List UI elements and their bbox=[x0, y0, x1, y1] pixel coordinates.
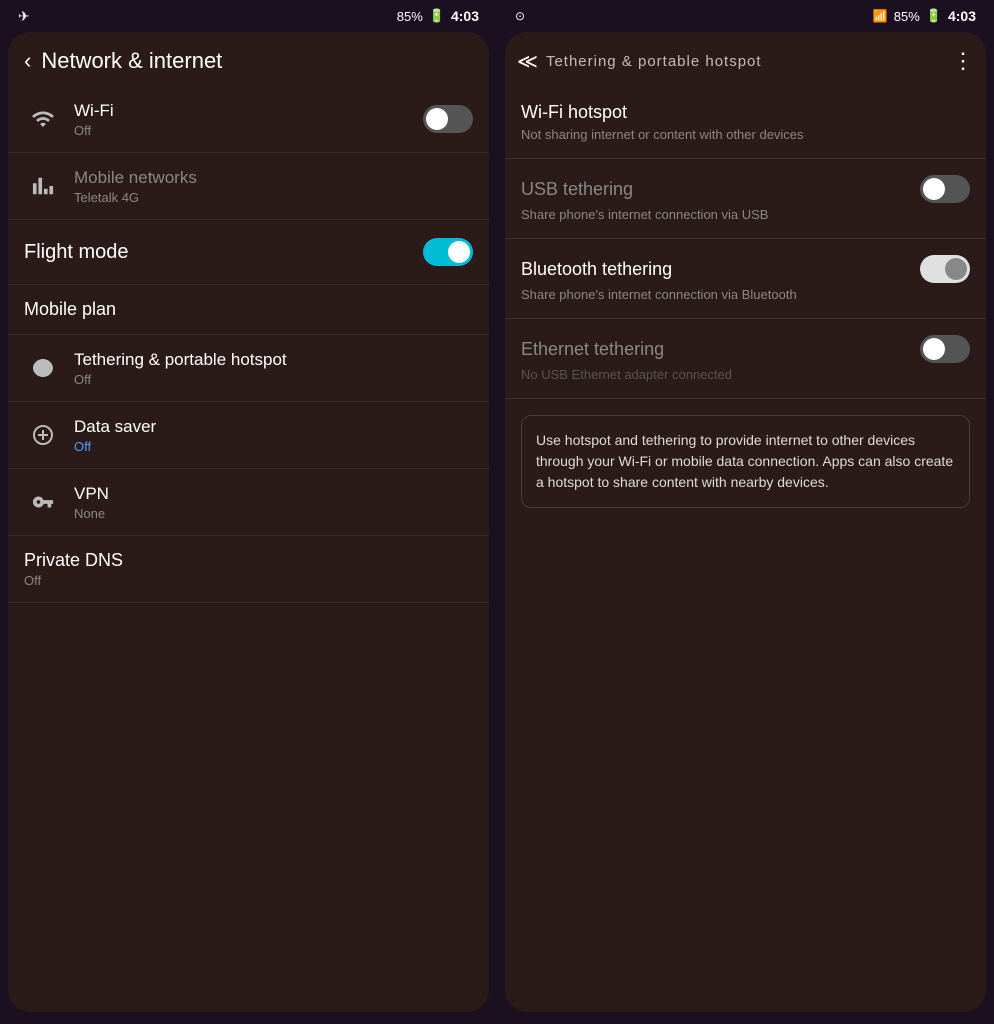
ethernet-tethering-title: Ethernet tethering bbox=[521, 339, 664, 360]
battery-icon-left: 🔋 bbox=[429, 8, 445, 24]
private-dns-item[interactable]: Private DNS Off bbox=[8, 536, 489, 603]
wifi-toggle-knob bbox=[426, 108, 448, 130]
bluetooth-tethering-subtitle: Share phone's internet connection via Bl… bbox=[521, 287, 970, 302]
flight-mode-title: Flight mode bbox=[24, 241, 423, 264]
ethernet-tethering-knob bbox=[923, 338, 945, 360]
wifi-hotspot-subtitle: Not sharing internet or content with oth… bbox=[521, 127, 970, 142]
flight-mode-icon: ✈ bbox=[18, 8, 30, 25]
right-phone-panel: ⊙ 📶 85% 🔋 4:03 ≪ Tethering & portable ho… bbox=[497, 0, 994, 1024]
wifi-setting-item[interactable]: Wi-Fi Off bbox=[8, 86, 489, 153]
bluetooth-tethering-knob bbox=[945, 258, 967, 280]
data-saver-item[interactable]: Data saver Off bbox=[8, 402, 489, 469]
bluetooth-tethering-title: Bluetooth tethering bbox=[521, 259, 672, 280]
ethernet-tethering-row: Ethernet tethering bbox=[521, 335, 970, 363]
ethernet-tethering-item[interactable]: Ethernet tethering No USB Ethernet adapt… bbox=[505, 319, 986, 399]
usb-tethering-row: USB tethering bbox=[521, 175, 970, 203]
battery-icon-right: 🔋 bbox=[926, 8, 942, 24]
wifi-text: Wi-Fi Off bbox=[62, 101, 423, 138]
wifi-hotspot-row: Wi-Fi hotspot bbox=[521, 102, 970, 123]
wifi-hotspot-item[interactable]: Wi-Fi hotspot Not sharing internet or co… bbox=[505, 86, 986, 159]
wifi-hotspot-title: Wi-Fi hotspot bbox=[521, 102, 627, 123]
mobile-plan-item[interactable]: Mobile plan bbox=[8, 285, 489, 335]
vpn-title: VPN bbox=[74, 484, 473, 504]
battery-percent-right: 85% bbox=[894, 9, 920, 24]
left-page-header: ‹ Network & internet bbox=[8, 32, 489, 86]
tethering-info-box: Use hotspot and tethering to provide int… bbox=[521, 415, 970, 508]
usb-tethering-subtitle: Share phone's internet connection via US… bbox=[521, 207, 970, 222]
vpn-icon bbox=[24, 483, 62, 521]
left-main-card: ‹ Network & internet Wi-Fi Off bbox=[8, 32, 489, 1012]
ethernet-tethering-subtitle: No USB Ethernet adapter connected bbox=[521, 367, 970, 382]
time-left: 4:03 bbox=[451, 8, 479, 24]
wifi-title: Wi-Fi bbox=[74, 101, 423, 121]
flight-mode-item[interactable]: Flight mode bbox=[8, 220, 489, 285]
vpn-subtitle: None bbox=[74, 506, 473, 521]
mobile-plan-title: Mobile plan bbox=[24, 299, 473, 320]
right-page-header: ≪ Tethering & portable hotspot ⋮ bbox=[505, 32, 986, 86]
vpn-item[interactable]: VPN None bbox=[8, 469, 489, 536]
right-status-bar: ⊙ 📶 85% 🔋 4:03 bbox=[505, 0, 986, 32]
tethering-text: Tethering & portable hotspot Off bbox=[62, 350, 473, 387]
bluetooth-tethering-toggle[interactable] bbox=[920, 255, 970, 283]
usb-tethering-item[interactable]: USB tethering Share phone's internet con… bbox=[505, 159, 986, 239]
tethering-item[interactable]: Tethering & portable hotspot Off bbox=[8, 335, 489, 402]
vpn-text: VPN None bbox=[62, 484, 473, 521]
right-main-card: ≪ Tethering & portable hotspot ⋮ Wi-Fi h… bbox=[505, 32, 986, 1012]
flight-mode-toggle-knob bbox=[448, 241, 470, 263]
usb-tethering-knob bbox=[923, 178, 945, 200]
mobile-networks-title: Mobile networks bbox=[74, 168, 473, 188]
hotspot-icon bbox=[24, 349, 62, 387]
data-saver-subtitle: Off bbox=[74, 439, 473, 454]
more-options-button[interactable]: ⋮ bbox=[952, 48, 974, 74]
private-dns-title: Private DNS bbox=[24, 550, 473, 571]
wifi-icon bbox=[24, 100, 62, 138]
usb-tethering-toggle[interactable] bbox=[920, 175, 970, 203]
left-phone-panel: ✈ 85% 🔋 4:03 ‹ Network & internet bbox=[0, 0, 497, 1024]
time-right: 4:03 bbox=[948, 8, 976, 24]
tethering-subtitle: Off bbox=[74, 372, 473, 387]
data-saver-text: Data saver Off bbox=[62, 417, 473, 454]
left-status-bar: ✈ 85% 🔋 4:03 bbox=[8, 0, 489, 32]
right-settings-list: Wi-Fi hotspot Not sharing internet or co… bbox=[505, 86, 986, 1012]
tethering-title: Tethering & portable hotspot bbox=[74, 350, 473, 370]
right-page-title-overlay: Tethering & portable hotspot bbox=[546, 53, 944, 70]
bluetooth-tethering-row: Bluetooth tethering bbox=[521, 255, 970, 283]
left-page-title: Network & internet bbox=[41, 48, 222, 74]
private-dns-subtitle: Off bbox=[24, 573, 473, 588]
right-back-button[interactable]: ≪ bbox=[517, 49, 538, 74]
mobile-networks-subtitle: Teletalk 4G bbox=[74, 190, 473, 205]
signal-icon-right: 📶 bbox=[873, 9, 888, 23]
data-saver-title: Data saver bbox=[74, 417, 473, 437]
ethernet-tethering-toggle[interactable] bbox=[920, 335, 970, 363]
right-status-icon: ⊙ bbox=[515, 9, 525, 23]
usb-tethering-title: USB tethering bbox=[521, 179, 633, 200]
wifi-subtitle: Off bbox=[74, 123, 423, 138]
tethering-info-text: Use hotspot and tethering to provide int… bbox=[536, 430, 955, 493]
flight-mode-toggle[interactable] bbox=[423, 238, 473, 266]
mobile-networks-item[interactable]: Mobile networks Teletalk 4G bbox=[8, 153, 489, 220]
signal-icon bbox=[24, 167, 62, 205]
mobile-networks-text: Mobile networks Teletalk 4G bbox=[62, 168, 473, 205]
wifi-toggle[interactable] bbox=[423, 105, 473, 133]
battery-percent-left: 85% bbox=[397, 9, 423, 24]
bluetooth-tethering-item[interactable]: Bluetooth tethering Share phone's intern… bbox=[505, 239, 986, 319]
left-back-button[interactable]: ‹ bbox=[24, 48, 31, 74]
left-settings-list: Wi-Fi Off Mobile networks Teletalk 4G bbox=[8, 86, 489, 1012]
datasaver-icon bbox=[24, 416, 62, 454]
